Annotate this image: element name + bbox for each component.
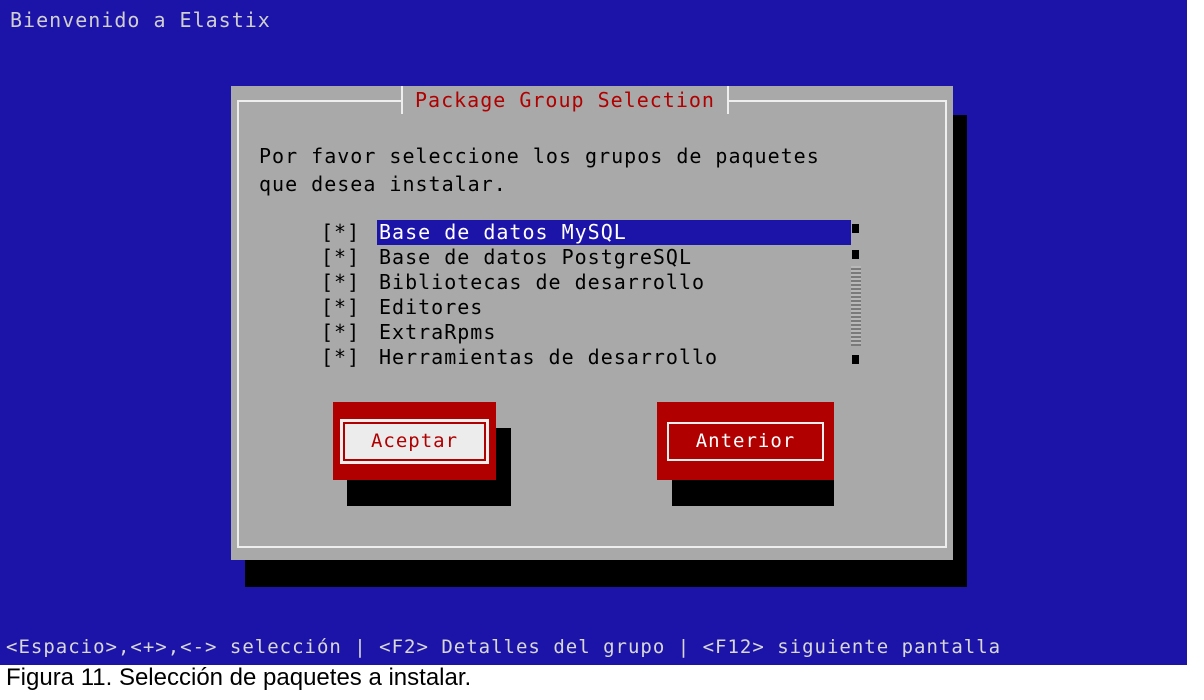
item-label: ExtraRpms bbox=[379, 320, 497, 344]
list-item[interactable]: [*] Herramientas de desarrollo bbox=[321, 345, 881, 370]
dialog-prompt: Por favor seleccione los grupos de paque… bbox=[259, 142, 820, 198]
list-item[interactable]: [*] Base de datos MySQL bbox=[321, 220, 881, 245]
item-label: Base de datos PostgreSQL bbox=[379, 245, 692, 269]
back-button-label: Anterior bbox=[667, 422, 824, 461]
checkbox[interactable]: [*] bbox=[321, 320, 377, 345]
item-label: Editores bbox=[379, 295, 484, 319]
package-group-dialog: Package Group Selection Por favor selecc… bbox=[231, 86, 953, 560]
item-label: Bibliotecas de desarrollo bbox=[379, 270, 706, 294]
prompt-line-1: Por favor seleccione los grupos de paque… bbox=[259, 144, 820, 168]
checkbox[interactable]: [*] bbox=[321, 245, 377, 270]
accept-button[interactable]: Aceptar bbox=[333, 402, 496, 480]
list-item[interactable]: [*] ExtraRpms bbox=[321, 320, 881, 345]
accept-button-label: Aceptar bbox=[340, 419, 489, 464]
item-label: Base de datos MySQL bbox=[377, 220, 851, 245]
key-help-bar: <Espacio>,<+>,<-> selección | <F2> Detal… bbox=[6, 636, 1002, 658]
figure-caption: Figura 11. Selección de paquetes a insta… bbox=[6, 664, 472, 691]
scroll-marker-icon bbox=[852, 250, 859, 259]
scroll-up-arrow-icon[interactable] bbox=[852, 224, 859, 233]
scroll-down-arrow-icon[interactable] bbox=[852, 355, 859, 364]
checkbox[interactable]: [*] bbox=[321, 220, 377, 245]
checkbox[interactable]: [*] bbox=[321, 345, 377, 370]
prompt-line-2: que desea instalar. bbox=[259, 172, 507, 196]
list-scrollbar[interactable] bbox=[849, 222, 863, 372]
package-group-list: [*] Base de datos MySQL [*] Base de datos … bbox=[321, 220, 881, 370]
list-item[interactable]: [*] Base de datos PostgreSQL bbox=[321, 245, 881, 270]
checkbox[interactable]: [*] bbox=[321, 270, 377, 295]
list-item[interactable]: [*] Editores bbox=[321, 295, 881, 320]
dialog-title: Package Group Selection bbox=[401, 86, 729, 114]
scroll-thumb[interactable] bbox=[851, 266, 861, 346]
list-item[interactable]: [*] Bibliotecas de desarrollo bbox=[321, 270, 881, 295]
checkbox[interactable]: [*] bbox=[321, 295, 377, 320]
item-label: Herramientas de desarrollo bbox=[379, 345, 719, 369]
back-button[interactable]: Anterior bbox=[657, 402, 834, 480]
screen-title: Bienvenido a Elastix bbox=[10, 8, 271, 32]
installer-screen: Bienvenido a Elastix Package Group Selec… bbox=[0, 0, 1187, 665]
